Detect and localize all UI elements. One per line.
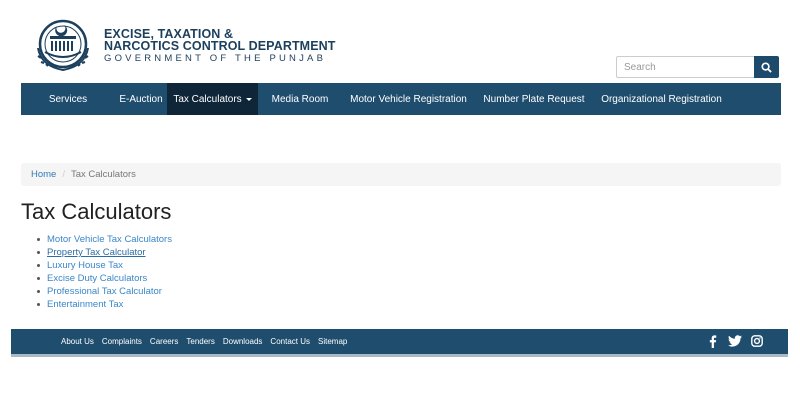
site-header: EXCISE, TAXATION & NARCOTICS CONTROL DEP… <box>0 0 800 84</box>
link-entertainment-tax[interactable]: Entertainment Tax <box>47 299 123 310</box>
link-property-tax-calculator[interactable]: Property Tax Calculator <box>47 247 146 258</box>
list-item: Excise Duty Calculators <box>37 272 172 285</box>
site-footer: About Us Complaints Careers Tenders Down… <box>11 329 788 357</box>
social-links <box>698 334 764 348</box>
twitter-icon[interactable] <box>728 334 742 348</box>
facebook-icon[interactable] <box>706 334 720 348</box>
link-luxury-house-tax[interactable]: Luxury House Tax <box>47 260 123 271</box>
instagram-icon[interactable] <box>750 334 764 348</box>
department-name-line2: NARCOTICS CONTROL DEPARTMENT <box>104 39 336 53</box>
link-motor-vehicle-tax-calculators[interactable]: Motor Vehicle Tax Calculators <box>47 234 172 245</box>
footer-link-downloads[interactable]: Downloads <box>223 337 263 346</box>
nav-item-tax-calculators[interactable]: Tax Calculators <box>167 83 258 115</box>
link-professional-tax-calculator[interactable]: Professional Tax Calculator <box>47 286 162 297</box>
footer-link-about-us[interactable]: About Us <box>61 337 94 346</box>
nav-item-services[interactable]: Services <box>21 83 115 115</box>
punjab-logo[interactable] <box>33 18 97 76</box>
list-item: Property Tax Calculator <box>37 246 172 259</box>
main-navbar: Services E-Auction Tax Calculators Media… <box>21 83 781 115</box>
list-item: Professional Tax Calculator <box>37 285 172 298</box>
footer-link-sitemap[interactable]: Sitemap <box>318 337 347 346</box>
search-input[interactable] <box>616 56 754 78</box>
footer-link-careers[interactable]: Careers <box>150 337 178 346</box>
list-item: Luxury House Tax <box>37 259 172 272</box>
nav-item-e-auction[interactable]: E-Auction <box>115 83 167 115</box>
nav-item-motor-vehicle-registration[interactable]: Motor Vehicle Registration <box>342 83 475 115</box>
breadcrumb: Home / Tax Calculators <box>21 163 781 186</box>
nav-item-organizational-registration[interactable]: Organizational Registration <box>593 83 730 115</box>
caret-down-icon <box>245 97 252 101</box>
search-box <box>616 56 779 78</box>
breadcrumb-separator: / <box>62 169 65 180</box>
footer-link-tenders[interactable]: Tenders <box>186 337 214 346</box>
nav-item-media-room[interactable]: Media Room <box>258 83 342 115</box>
breadcrumb-home[interactable]: Home <box>31 169 56 180</box>
link-excise-duty-calculators[interactable]: Excise Duty Calculators <box>47 273 147 284</box>
search-icon <box>761 61 772 73</box>
breadcrumb-current: Tax Calculators <box>70 169 136 180</box>
calculator-list: Motor Vehicle Tax Calculators Property T… <box>37 233 172 311</box>
search-button[interactable] <box>754 56 779 78</box>
list-item: Entertainment Tax <box>37 298 172 311</box>
footer-link-complaints[interactable]: Complaints <box>102 337 142 346</box>
list-item: Motor Vehicle Tax Calculators <box>37 233 172 246</box>
page-title: Tax Calculators <box>21 199 172 224</box>
footer-link-contact-us[interactable]: Contact Us <box>270 337 310 346</box>
footer-links: About Us Complaints Careers Tenders Down… <box>61 329 355 354</box>
nav-item-number-plate-request[interactable]: Number Plate Request <box>475 83 593 115</box>
government-tagline: GOVERNMENT OF THE PUNJAB <box>104 53 327 64</box>
